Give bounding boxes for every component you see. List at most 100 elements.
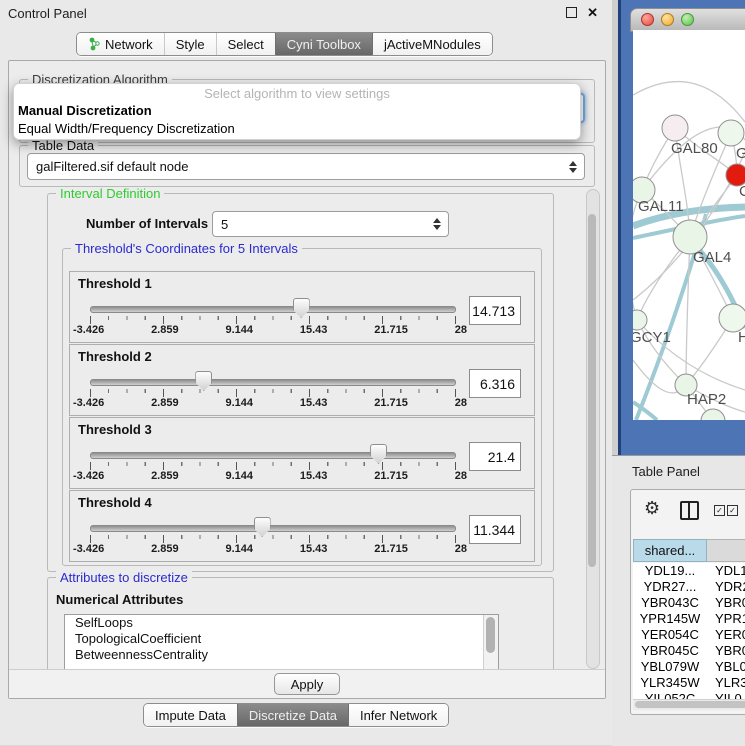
threshold-4-value-field[interactable]: 11.344 xyxy=(469,515,521,544)
float-window-icon[interactable] xyxy=(566,7,577,18)
slider-tick-label: 28 xyxy=(455,397,467,409)
numerical-attributes-list[interactable]: SelfLoopsTopologicalCoefficientBetweenne… xyxy=(64,614,499,669)
threshold-1-slider-thumb[interactable] xyxy=(293,298,310,318)
tab-select[interactable]: Select xyxy=(216,33,275,55)
numerical-attributes-label: Numerical Attributes xyxy=(56,592,183,607)
threshold-1-panel: Threshold 1 -3.4262.8599.14415.4321.7152… xyxy=(69,271,535,343)
cell-name[interactable]: YDR2 xyxy=(707,579,745,595)
network-node-h[interactable] xyxy=(719,304,745,332)
settings-scrollbar[interactable] xyxy=(586,189,600,669)
cell-shared-name[interactable]: YBR043C xyxy=(633,595,707,611)
network-node-gcy1[interactable] xyxy=(633,310,647,330)
slider-tick-labels: -3.4262.8599.14415.4321.71528 xyxy=(73,470,467,482)
tab-cyni-toolbox[interactable]: Cyni Toolbox xyxy=(275,33,372,55)
column-header-name[interactable]: n xyxy=(707,539,745,562)
attributes-list-scrollbar[interactable] xyxy=(483,615,498,669)
cell-shared-name[interactable]: YIL052C xyxy=(633,691,707,699)
table-row[interactable]: YLR345WYLR3 xyxy=(633,675,745,691)
cell-shared-name[interactable]: YBL079W xyxy=(633,659,707,675)
network-edge[interactable] xyxy=(633,82,745,122)
tab-infer-network[interactable]: Infer Network xyxy=(348,704,448,726)
slider-tick-label: 21.715 xyxy=(374,543,408,555)
threshold-3-value-field[interactable]: 21.4 xyxy=(469,442,521,471)
table-panel-title: Table Panel xyxy=(632,464,700,479)
table-row[interactable]: YDL19...YDL1 xyxy=(633,563,745,579)
cell-shared-name[interactable]: YER054C xyxy=(633,627,707,643)
tab-jactivemnodules-label: jActiveMNodules xyxy=(384,37,481,52)
cell-name[interactable]: YDL1 xyxy=(707,563,745,579)
column-header-shared-name[interactable]: shared... xyxy=(633,539,707,562)
network-window-titlebar[interactable] xyxy=(630,8,745,32)
dropdown-option-manual-discretization[interactable]: Manual Discretization xyxy=(14,102,580,120)
close-traffic-light-icon[interactable] xyxy=(641,13,654,26)
network-node-ga[interactable] xyxy=(718,120,744,146)
table-hscroll-thumb[interactable] xyxy=(635,701,745,708)
threshold-2-label: Threshold 2 xyxy=(78,349,152,364)
table-row[interactable]: YBR045CYBR0 xyxy=(633,643,745,659)
slider-major-ticks xyxy=(90,389,456,397)
slider-tick-label: 2.859 xyxy=(151,543,179,555)
threshold-2-slider-thumb[interactable] xyxy=(195,371,212,391)
cell-name[interactable]: YBR0 xyxy=(707,595,745,611)
cell-shared-name[interactable]: YDL19... xyxy=(633,563,707,579)
numerical-attribute-item[interactable]: TopologicalCoefficient xyxy=(65,631,498,647)
tab-impute-data-label: Impute Data xyxy=(155,708,226,723)
numerical-attribute-item[interactable]: SelfLoops xyxy=(65,615,498,631)
network-node-gal80[interactable] xyxy=(662,115,688,141)
checked-checkbox-icon[interactable]: ✓ xyxy=(727,505,738,516)
threshold-4-slider-thumb[interactable] xyxy=(254,517,271,537)
threshold-4-slider-track[interactable] xyxy=(90,525,456,532)
apply-button[interactable]: Apply xyxy=(274,673,340,695)
table-row[interactable]: YER054CYER0 xyxy=(633,627,745,643)
interval-definition-group: Interval Definition Number of Intervals … xyxy=(47,193,554,572)
cell-name[interactable]: YBR0 xyxy=(707,643,745,659)
slider-major-ticks xyxy=(90,535,456,543)
threshold-1-slider-track[interactable] xyxy=(90,306,456,313)
cell-name[interactable]: YIL0 xyxy=(707,691,742,699)
slider-tick-label: 15.43 xyxy=(300,397,328,409)
tab-discretize-data[interactable]: Discretize Data xyxy=(237,704,348,726)
cell-name[interactable]: YER0 xyxy=(707,627,745,643)
settings-scrollbar-thumb[interactable] xyxy=(588,214,596,567)
table-row[interactable]: YBR043CYBR0 xyxy=(633,595,745,611)
cell-name[interactable]: YBL0 xyxy=(707,659,745,675)
cell-name[interactable]: YPR1 xyxy=(707,611,745,627)
table-row[interactable]: YBL079WYBL0 xyxy=(633,659,745,675)
minimize-traffic-light-icon[interactable] xyxy=(661,13,674,26)
slider-major-ticks xyxy=(90,462,456,470)
checked-checkbox-icon[interactable]: ✓ xyxy=(714,505,725,516)
tab-jactivemnodules[interactable]: jActiveMNodules xyxy=(372,33,492,55)
numerical-attribute-item[interactable]: BetweennessCentrality xyxy=(65,647,498,663)
close-icon[interactable]: ✕ xyxy=(587,7,598,18)
network-node-label: C xyxy=(739,183,745,200)
threshold-2-slider-track[interactable] xyxy=(90,379,456,386)
number-of-intervals-combobox[interactable]: 5 xyxy=(212,211,449,237)
table-row[interactable]: YPR145WYPR1 xyxy=(633,611,745,627)
tab-style[interactable]: Style xyxy=(164,33,216,55)
network-node-label: H xyxy=(738,329,745,346)
node-table: ⚙ ✓ ✓ shared... n YDL19...YDL1YDR27...YD… xyxy=(630,489,745,715)
threshold-3-slider-thumb[interactable] xyxy=(370,444,387,464)
table-data-combobox[interactable]: galFiltered.sif default node xyxy=(27,153,585,180)
combo-arrows-icon xyxy=(433,218,441,230)
table-row[interactable]: YDR27...YDR2 xyxy=(633,579,745,595)
zoom-traffic-light-icon[interactable] xyxy=(681,13,694,26)
tab-impute-data[interactable]: Impute Data xyxy=(144,704,237,726)
cell-shared-name[interactable]: YDR27... xyxy=(633,579,707,595)
cell-name[interactable]: YLR3 xyxy=(707,675,745,691)
dropdown-option-equal-width-frequency[interactable]: Equal Width/Frequency Discretization xyxy=(14,120,580,138)
threshold-1-value-field[interactable]: 14.713 xyxy=(469,296,521,325)
split-columns-icon[interactable] xyxy=(680,501,699,520)
tab-network[interactable]: Network xyxy=(77,33,164,55)
table-toolbar: ⚙ ✓ ✓ xyxy=(631,490,745,530)
network-canvas[interactable]: GAL80GACGAL11GAL4GCY1HHAP2 xyxy=(633,30,745,420)
slider-tick-label: 2.859 xyxy=(151,397,179,409)
cell-shared-name[interactable]: YBR045C xyxy=(633,643,707,659)
threshold-2-value-field[interactable]: 6.316 xyxy=(469,369,521,398)
cell-shared-name[interactable]: YLR345W xyxy=(633,675,707,691)
table-horizontal-scrollbar[interactable] xyxy=(633,699,745,710)
gear-icon[interactable]: ⚙ xyxy=(644,498,660,518)
threshold-3-slider-track[interactable] xyxy=(90,452,456,459)
table-row[interactable]: YIL052CYIL0 xyxy=(633,691,745,699)
cell-shared-name[interactable]: YPR145W xyxy=(633,611,707,627)
